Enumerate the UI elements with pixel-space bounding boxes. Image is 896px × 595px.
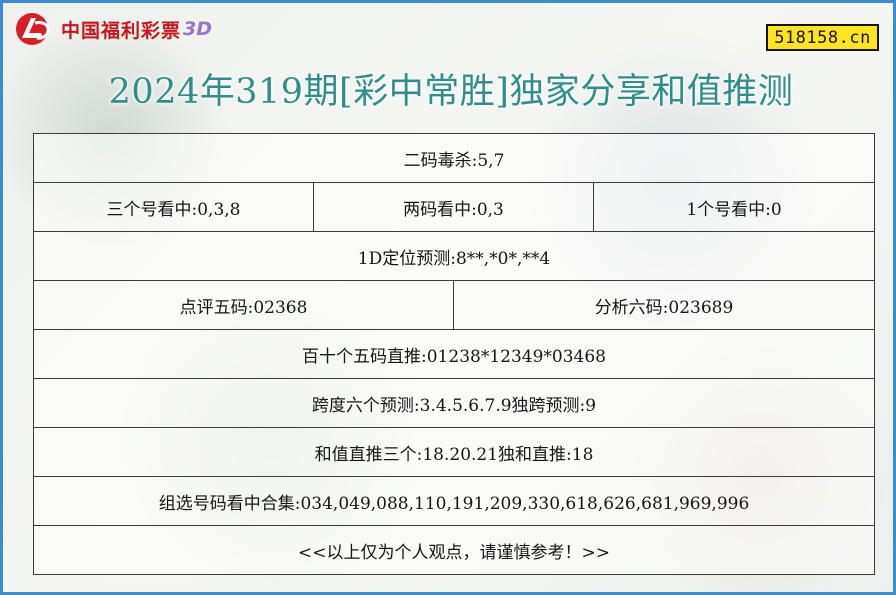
logo-text: 中国福利彩票 [61, 19, 182, 42]
lottery-logo-icon [16, 13, 50, 45]
site-badge[interactable]: 518158.cn [766, 24, 879, 51]
lottery-logo[interactable]: 中国福利彩票 3D [13, 11, 212, 47]
table-cell: 三个号看中:0,3,8 [33, 182, 314, 232]
table-cell: 和值直推三个:18.20.21独和直推:18 [32, 427, 876, 477]
table-cell: 点评五码:02368 [33, 280, 454, 330]
table-row: 1D定位预测:8**,*0*,**4 [32, 231, 876, 281]
disclaimer-cell: <<以上仅为个人观点，请谨慎参考！>> [32, 525, 876, 575]
table-cell: 二码毒杀:5,7 [32, 133, 876, 183]
site-badge-text: 518158.cn [774, 27, 871, 48]
table-row: 和值直推三个:18.20.21独和直推:18 [32, 427, 876, 477]
table-row: 三个号看中:0,3,8 两码看中:0,3 1个号看中:0 [33, 182, 876, 232]
table-cell: 组选号码看中合集:034,049,088,110,191,209,330,618… [32, 476, 876, 526]
logo-3d-suffix: 3D [183, 18, 213, 40]
table-row: 跨度六个预测:3.4.5.6.7.9独跨预测:9 [32, 378, 876, 428]
table-cell: 分析六码:023689 [452, 280, 876, 330]
table-cell: 1D定位预测:8**,*0*,**4 [32, 231, 876, 281]
prediction-table: 二码毒杀:5,7 三个号看中:0,3,8 两码看中:0,3 1个号看中:0 1D… [32, 133, 876, 575]
table-cell: 1个号看中:0 [592, 182, 876, 232]
page-title: 2024年319期[彩中常胜]独家分享和值推测 [108, 72, 794, 112]
table-row: 组选号码看中合集:034,049,088,110,191,209,330,618… [32, 476, 876, 526]
table-row: <<以上仅为个人观点，请谨慎参考！>> [32, 525, 876, 575]
table-cell: 跨度六个预测:3.4.5.6.7.9独跨预测:9 [32, 378, 876, 428]
table-row: 百十个五码直推:01238*12349*03468 [32, 329, 876, 379]
table-cell: 两码看中:0,3 [313, 182, 594, 232]
page-frame: 中国福利彩票 3D 518158.cn 2024年319期[彩中常胜]独家分享和… [0, 0, 896, 595]
table-cell: 百十个五码直推:01238*12349*03468 [32, 329, 876, 379]
table-row: 点评五码:02368 分析六码:023689 [33, 280, 876, 330]
table-row: 二码毒杀:5,7 [32, 133, 876, 183]
